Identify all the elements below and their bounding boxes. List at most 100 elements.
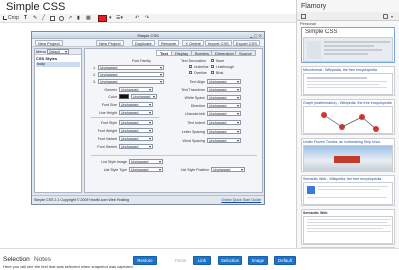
white-space-select[interactable]: Unchanged bbox=[207, 95, 241, 100]
linethrough-label: Linethrough bbox=[216, 65, 234, 69]
delete-button[interactable]: ✕Delete bbox=[182, 40, 204, 46]
divider bbox=[91, 117, 159, 118]
undo-icon[interactable]: ↶ bbox=[135, 15, 139, 22]
color-swatch[interactable] bbox=[98, 15, 107, 22]
letter-spacing-label: Letter Spacing bbox=[181, 130, 205, 134]
card-title: Simple CSS bbox=[305, 29, 338, 35]
quick-start-link[interactable]: Online Quick Start Guide bbox=[221, 198, 261, 203]
letter-spacing-select[interactable]: Unchanged bbox=[207, 129, 241, 134]
snapshot-card[interactable]: Semantic Web bbox=[301, 209, 395, 245]
new-project-button-2[interactable]: New Project bbox=[96, 40, 124, 46]
line-width-icon[interactable]: ☰▾ bbox=[116, 15, 123, 22]
pen-tool-icon[interactable]: ✎ bbox=[33, 15, 37, 22]
tab-text[interactable]: Text bbox=[156, 50, 172, 56]
menu-label: New Project bbox=[99, 41, 121, 46]
paste-link-button[interactable]: Link bbox=[193, 256, 211, 265]
snapshot-card[interactable]: Under Frozen Tundra, an Icebreaking Ship… bbox=[301, 138, 395, 172]
linethrough-checkbox[interactable] bbox=[211, 65, 214, 68]
blur-tool-icon[interactable]: ▦ bbox=[86, 15, 91, 22]
paste-selection-button[interactable]: Selection bbox=[218, 256, 242, 265]
thumb-block bbox=[318, 186, 388, 187]
font-weight-select[interactable]: Unchanged bbox=[119, 128, 153, 133]
view-icon[interactable] bbox=[301, 14, 306, 19]
overline-checkbox[interactable] bbox=[189, 71, 192, 74]
list-style-image-select[interactable]: Unchanged bbox=[129, 159, 163, 164]
crop-label: Crop bbox=[8, 15, 19, 21]
generic-label: Generic bbox=[104, 88, 117, 92]
word-spacing-select[interactable]: Unchanged bbox=[207, 138, 241, 143]
snapshot-card[interactable]: Microformat - Wikipedia, the free encycl… bbox=[301, 66, 395, 96]
rename-button[interactable]: Rename bbox=[158, 40, 180, 46]
line-height-select[interactable]: Unchanged bbox=[119, 110, 153, 115]
menu-select[interactable]: Default bbox=[47, 49, 69, 54]
font-stretch-select[interactable]: Unchanged bbox=[119, 144, 153, 149]
style-list-item[interactable]: body bbox=[36, 62, 80, 67]
thumb-block bbox=[307, 225, 391, 226]
white-space-label: White Space bbox=[184, 96, 205, 100]
thumb-block bbox=[307, 219, 391, 220]
list-style-type-label: List Style Type bbox=[103, 168, 127, 172]
thumb-block bbox=[307, 222, 387, 223]
font-family-select-1[interactable]: Unchanged bbox=[98, 65, 164, 70]
redo-icon[interactable]: ↷ bbox=[145, 15, 149, 22]
line-tool-icon[interactable]: ╱ bbox=[42, 15, 45, 22]
list-style-position-select[interactable]: Unchanged bbox=[211, 167, 245, 172]
export-css-button[interactable]: Export CSS bbox=[233, 40, 260, 46]
rectangle-tool-icon[interactable] bbox=[50, 16, 55, 21]
font-size-select[interactable]: Unchanged bbox=[119, 102, 153, 107]
generic-select[interactable]: Unchanged bbox=[119, 87, 153, 92]
window-controls-icon[interactable]: ▁ ▢ ✕ bbox=[250, 33, 262, 38]
more-icon[interactable]: ▾ bbox=[391, 14, 393, 19]
font-row-label: 2. bbox=[93, 73, 96, 77]
new-project-button[interactable]: New Project bbox=[35, 40, 63, 46]
font-family-select-2[interactable]: Unchanged bbox=[98, 72, 164, 77]
restore-button[interactable]: Restore bbox=[133, 256, 157, 265]
menu-label: Export CSS bbox=[236, 41, 257, 46]
tab-borders[interactable]: Borders bbox=[191, 50, 214, 56]
color-select[interactable]: Unchanged bbox=[131, 94, 157, 99]
thumb-block bbox=[307, 87, 387, 88]
color-dropdown-icon[interactable]: ▾ bbox=[109, 15, 112, 22]
direction-select[interactable]: Unchanged bbox=[207, 103, 241, 108]
text-tool-icon[interactable]: T bbox=[24, 15, 27, 22]
snapshot-card[interactable]: Semantic Web - Wikipedia, the free encyc… bbox=[301, 175, 395, 206]
thumb-block bbox=[307, 197, 387, 198]
text-indent-select[interactable]: Unchanged bbox=[207, 120, 241, 125]
font-family-select-3[interactable]: Unchanged bbox=[98, 79, 164, 84]
duplicate-button[interactable]: Duplicate bbox=[132, 40, 155, 46]
divider bbox=[91, 155, 257, 156]
card-thumbnail bbox=[303, 145, 393, 171]
color-label: Color bbox=[108, 95, 117, 99]
snapshot-card[interactable]: Simple CSS bbox=[301, 27, 395, 63]
sidebar-toolbar: ▾ bbox=[297, 12, 399, 21]
tab-selection[interactable]: Selection bbox=[3, 256, 30, 264]
color-swatch[interactable] bbox=[119, 94, 129, 99]
import-css-button[interactable]: Import CSS bbox=[205, 40, 232, 46]
captured-window-title: Simple CSS bbox=[137, 33, 159, 38]
none-checkbox[interactable] bbox=[211, 59, 214, 62]
arrow-tool-icon[interactable]: ↗ bbox=[68, 15, 72, 22]
marker-tool-icon[interactable]: ▮ bbox=[77, 15, 80, 22]
tab-display[interactable]: Display bbox=[171, 50, 193, 56]
graph-thumbnail-icon bbox=[321, 112, 379, 132]
thumb-block bbox=[324, 41, 390, 43]
style-editor: Text Display Borders Dimension Source Fo… bbox=[84, 48, 263, 193]
tab-notes[interactable]: Notes bbox=[34, 256, 51, 264]
ellipse-tool-icon[interactable] bbox=[59, 16, 64, 21]
text-transform-select[interactable]: Unchanged bbox=[207, 87, 241, 92]
layout-icon[interactable] bbox=[383, 14, 388, 19]
paste-image-button[interactable]: Image bbox=[248, 256, 268, 265]
thumb-block bbox=[307, 228, 383, 229]
paste-default-button[interactable]: Default bbox=[274, 256, 296, 265]
tab-dimension[interactable]: Dimension bbox=[211, 50, 238, 56]
underline-checkbox[interactable] bbox=[189, 65, 192, 68]
tab-source[interactable]: Source bbox=[235, 50, 256, 56]
unicode-bidi-select[interactable]: Unchanged bbox=[207, 111, 241, 116]
blink-checkbox[interactable] bbox=[211, 71, 214, 74]
font-variant-select[interactable]: Unchanged bbox=[119, 136, 153, 141]
crop-tool[interactable]: Crop bbox=[3, 15, 19, 22]
text-align-select[interactable]: Unchanged bbox=[207, 79, 241, 84]
snapshot-card[interactable]: Graph (mathematics) - Wikipedia, the fre… bbox=[301, 99, 395, 135]
list-style-type-select[interactable]: Unchanged bbox=[129, 167, 163, 172]
font-style-select[interactable]: Unchanged bbox=[119, 120, 153, 125]
